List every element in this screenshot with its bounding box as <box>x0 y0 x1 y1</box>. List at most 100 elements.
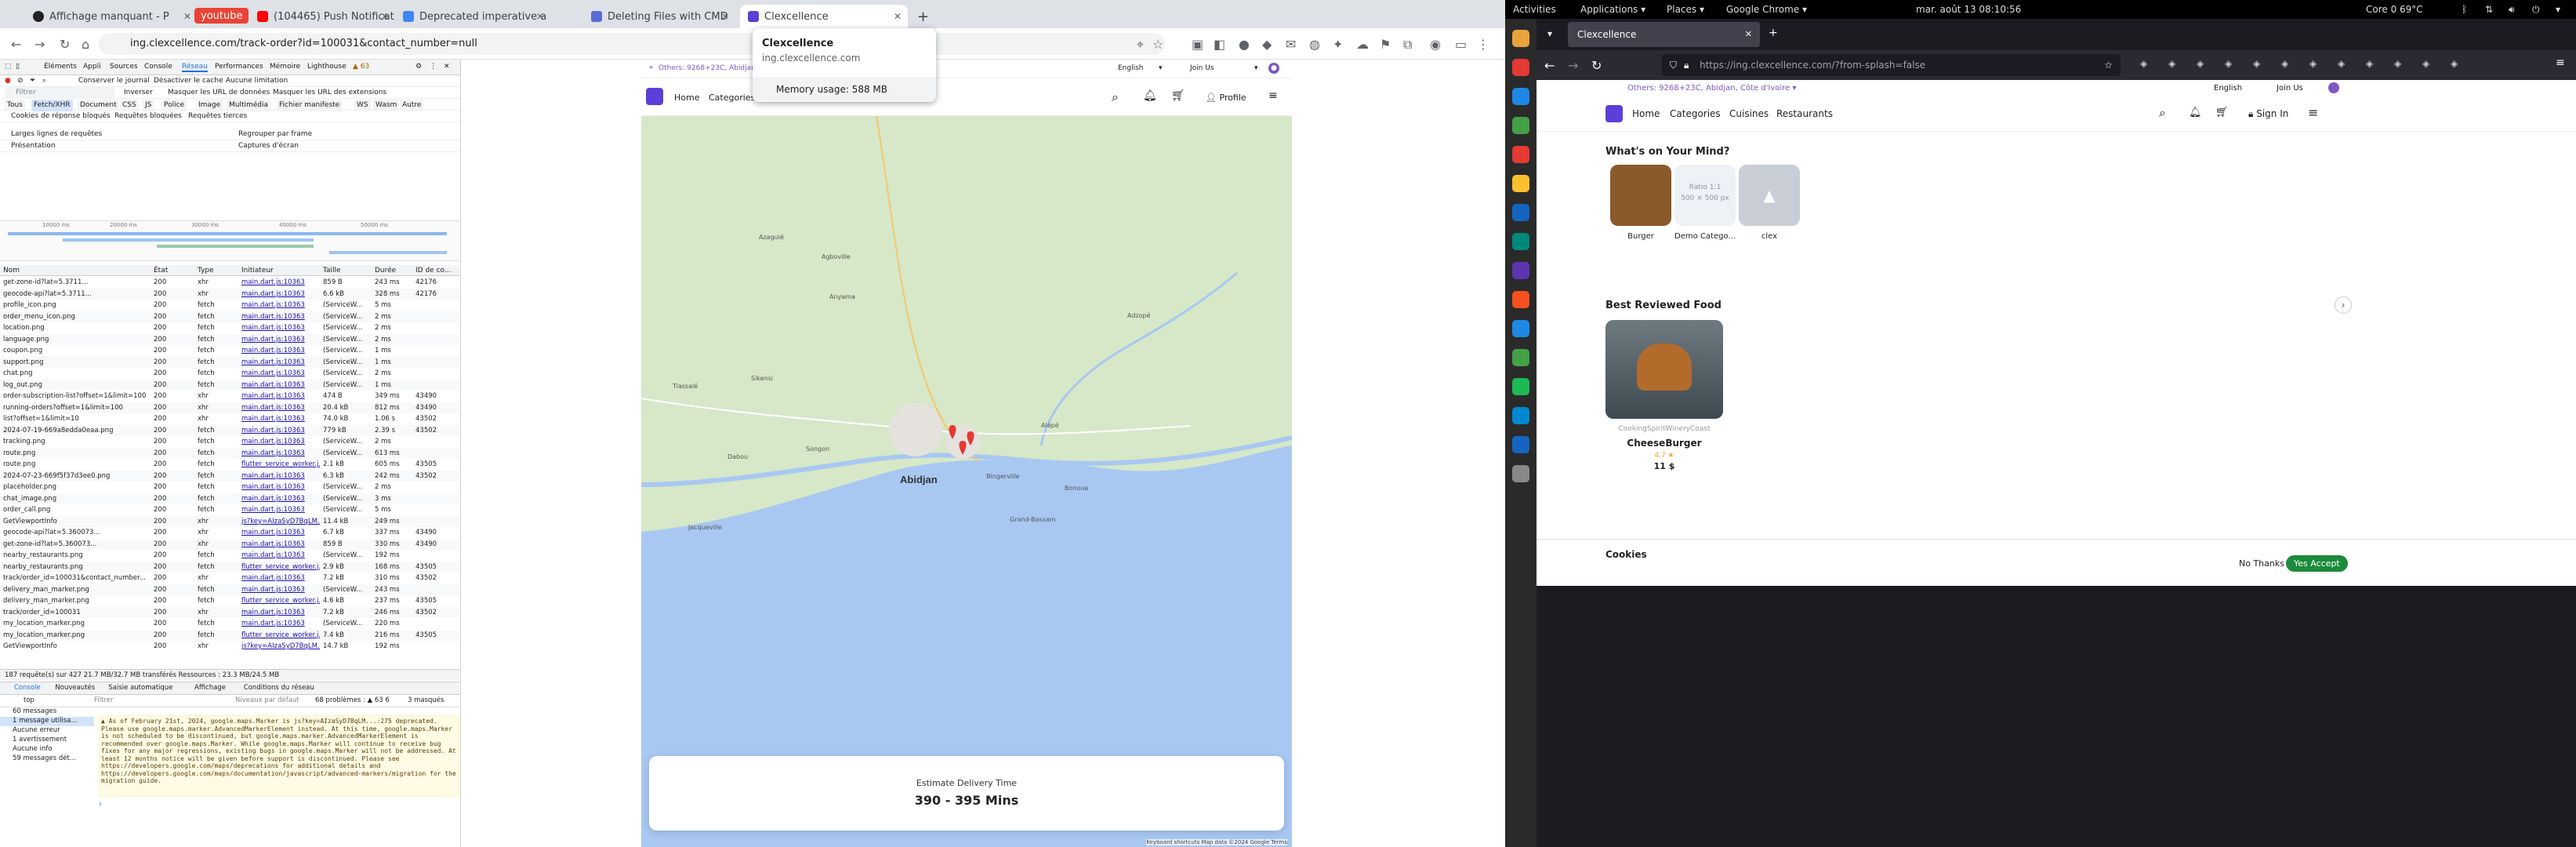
extension-icon[interactable]: ● <box>1239 37 1250 52</box>
tab-network[interactable]: Réseau <box>182 63 208 72</box>
hide-extension-urls-checkbox[interactable]: Masquer les URL des extensions <box>273 87 386 99</box>
table-row[interactable]: running-orders?offset=1&limit=100 200 xhr m… <box>0 402 459 413</box>
type-filter-0[interactable]: Tous <box>5 100 25 111</box>
current-location[interactable]: Others: 9268+23C, Abidjan, Côte d'Ivoire… <box>1627 84 1796 93</box>
console-prompt[interactable]: › <box>99 800 102 809</box>
type-filter-9[interactable]: WS <box>354 100 371 111</box>
bookmark-star-icon[interactable]: ☆ <box>2104 54 2113 76</box>
overview-checkbox[interactable]: Présentation <box>11 140 56 152</box>
extension-icon[interactable]: ◈ <box>2309 58 2317 69</box>
chrome-menu-icon[interactable]: ⋮ <box>1477 37 1489 52</box>
category-burger[interactable]: Burger <box>1610 165 1671 241</box>
extension-icon[interactable]: ◈ <box>2168 58 2175 69</box>
site-logo[interactable] <box>1605 105 1623 122</box>
sign-in-link[interactable]: 🔒︎ Sign In <box>2248 108 2288 120</box>
bluetooth-icon[interactable]: ᛒ <box>2462 4 2467 15</box>
drawer-tab-0[interactable]: Console <box>14 684 41 692</box>
table-row[interactable]: profile_icon.png 200 fetch main.dart.js:103… <box>0 300 459 311</box>
extension-icon[interactable]: ◈ <box>2253 58 2260 69</box>
reload-icon[interactable]: ↻ <box>60 37 70 52</box>
filter-icon[interactable]: ⏷ <box>30 75 35 87</box>
tab-lighthouse[interactable]: Lighthouse <box>307 63 346 71</box>
table-row[interactable]: 2024-07-23-669f5f37d3ee0.png 200 fetch main… <box>0 470 459 482</box>
blocked-cookies-checkbox[interactable]: Cookies de réponse bloqués <box>11 111 111 122</box>
firefox-tab-clexcellence[interactable]: Clexcellence ✕ <box>1568 22 1760 47</box>
back-icon[interactable]: ← <box>1544 58 1555 73</box>
third-party-checkbox[interactable]: Requêtes tierces <box>188 111 247 122</box>
reload-icon[interactable]: ↻ <box>1591 58 1602 73</box>
tracking-map[interactable]: Abidjan Agboville Azaguié Anyama Bingervill… <box>641 116 1292 847</box>
devtools-inspect-icon[interactable]: ⬚ <box>5 63 12 71</box>
close-icon[interactable]: ✕ <box>721 11 729 22</box>
app-icon[interactable] <box>1512 204 1529 221</box>
table-row[interactable]: 2024-07-19-669a8edda0eaa.png 200 fetch main… <box>0 424 459 436</box>
extension-icon[interactable]: ◈ <box>2281 58 2288 69</box>
table-row[interactable]: list?offset=1&limit=10 200 xhr main.dart.js… <box>0 413 459 425</box>
category-demo[interactable]: Ratio 1:1 500 × 500 px Demo Catego... <box>1674 165 1736 241</box>
firefox-address-bar[interactable]: ⛉ 🔒︎ https://ing.clexcellence.com/?from-… <box>1662 54 2121 76</box>
column-status[interactable]: État <box>154 267 168 274</box>
address-bar[interactable]: ing.clexcellence.com/track-order?id=1000… <box>99 33 1165 55</box>
nav-home[interactable]: Home <box>674 93 699 103</box>
settings-gear-icon[interactable]: ⚙ <box>415 63 422 71</box>
close-icon[interactable]: ✕ <box>1745 22 1752 47</box>
youtube-icon[interactable] <box>1512 59 1529 76</box>
tab-deleting-files[interactable]: Deleting Files with CMD ✕ <box>583 5 735 28</box>
extension-icon[interactable]: ◧ <box>1214 37 1225 52</box>
tab-affichage[interactable]: Affichage manquant - P ✕ <box>25 5 198 28</box>
invert-checkbox[interactable]: Inverser <box>124 87 153 99</box>
network-icon[interactable]: ⇅ <box>2485 4 2493 15</box>
screenshots-checkbox[interactable]: Captures d'écran <box>238 140 299 152</box>
column-connection-id[interactable]: ID de co... <box>415 267 451 274</box>
console-sidebar-item[interactable]: 60 messages <box>0 707 94 717</box>
tab-deprecated[interactable]: Deprecated imperative a ✕ <box>395 5 550 28</box>
theme-toggle-icon[interactable]: ● <box>1268 63 1279 74</box>
disable-cache-checkbox[interactable]: Désactiver le cache <box>154 75 223 87</box>
tab-application[interactable]: Appli <box>83 63 101 71</box>
app-grid-icon[interactable] <box>1512 465 1529 482</box>
search-icon[interactable]: ⌕ <box>1112 89 1119 105</box>
table-row[interactable]: tracking.png 200 fetch main.dart.js:10363 (S… <box>0 436 459 448</box>
clear-icon[interactable]: ⊘ <box>17 75 24 87</box>
table-row[interactable]: geocode-api?lat=5.3711... 200 xhr main.dart… <box>0 288 459 300</box>
drawer-tab-2[interactable]: Saisie automatique <box>108 684 172 692</box>
console-sidebar-item[interactable]: Aucune info <box>0 745 94 754</box>
type-filter-8[interactable]: Fichier manifeste <box>277 100 343 111</box>
table-row[interactable]: delivery_man_marker.png 200 fetch flutter_s… <box>0 595 459 607</box>
table-row[interactable]: GetViewportInfo 200 xhr js?key=AIzaSyD7BqLM… <box>0 641 459 653</box>
log-levels-select[interactable]: Niveaux par défaut <box>235 696 299 704</box>
new-tab-button[interactable]: + <box>909 5 933 28</box>
tab-youtube[interactable]: youtube <box>194 8 249 24</box>
close-icon[interactable]: ✕ <box>536 11 544 22</box>
table-row[interactable]: order-subscription-list?offset=1&limit=1… <box>0 391 459 402</box>
extension-icon[interactable]: ☁ <box>1356 37 1369 52</box>
table-row[interactable]: log_out.png 200 fetch main.dart.js:10363 (Se… <box>0 379 459 391</box>
type-filter-3[interactable]: CSS <box>120 100 139 111</box>
column-size[interactable]: Taille <box>323 267 341 274</box>
close-icon[interactable]: ✕ <box>183 11 191 22</box>
language-select[interactable]: English <box>1118 64 1144 72</box>
app-icon[interactable] <box>1512 291 1529 308</box>
cpu-temperature[interactable]: Core 0 69°C <box>2366 4 2423 15</box>
table-row[interactable]: nearby_restaurants.png 200 fetch main.dart.… <box>0 550 459 562</box>
table-row[interactable]: coupon.png 200 fetch main.dart.js:10363 (Ser… <box>0 345 459 357</box>
drawer-tab-1[interactable]: Nouveautés <box>55 684 95 692</box>
terminal-icon[interactable] <box>1512 233 1529 250</box>
table-row[interactable]: order_menu_icon.png 200 fetch main.dart.js:… <box>0 311 459 322</box>
extension-icon[interactable]: ◈ <box>2422 58 2429 69</box>
menu-icon[interactable]: ≡ <box>1268 89 1278 102</box>
table-row[interactable]: geocode-api?lat=5.360073... 200 xhr main.da… <box>0 527 459 539</box>
list-all-tabs-icon[interactable]: ▾ <box>1547 28 1552 39</box>
close-icon[interactable]: ✕ <box>894 11 902 22</box>
extension-icon[interactable]: ◈ <box>2197 58 2204 69</box>
sidebar-icon[interactable]: ▭ <box>1455 37 1467 52</box>
site-logo[interactable] <box>646 88 663 105</box>
context-select[interactable]: top <box>24 696 34 704</box>
console-sidebar-item[interactable]: 1 avertissement <box>0 736 94 745</box>
food-card[interactable]: CookingSpiritWineryCoast CheeseBurger 4.… <box>1605 320 1723 493</box>
app-icon[interactable] <box>1512 407 1529 424</box>
record-icon[interactable]: ● <box>5 75 11 87</box>
app-menu[interactable]: Google Chrome ▾ <box>1726 4 1807 15</box>
group-by-frame-checkbox[interactable]: Regrouper par frame <box>238 129 312 140</box>
network-overview-timeline[interactable]: 10000 ms 20000 ms 30000 ms 40000 ms 5000… <box>0 220 459 261</box>
